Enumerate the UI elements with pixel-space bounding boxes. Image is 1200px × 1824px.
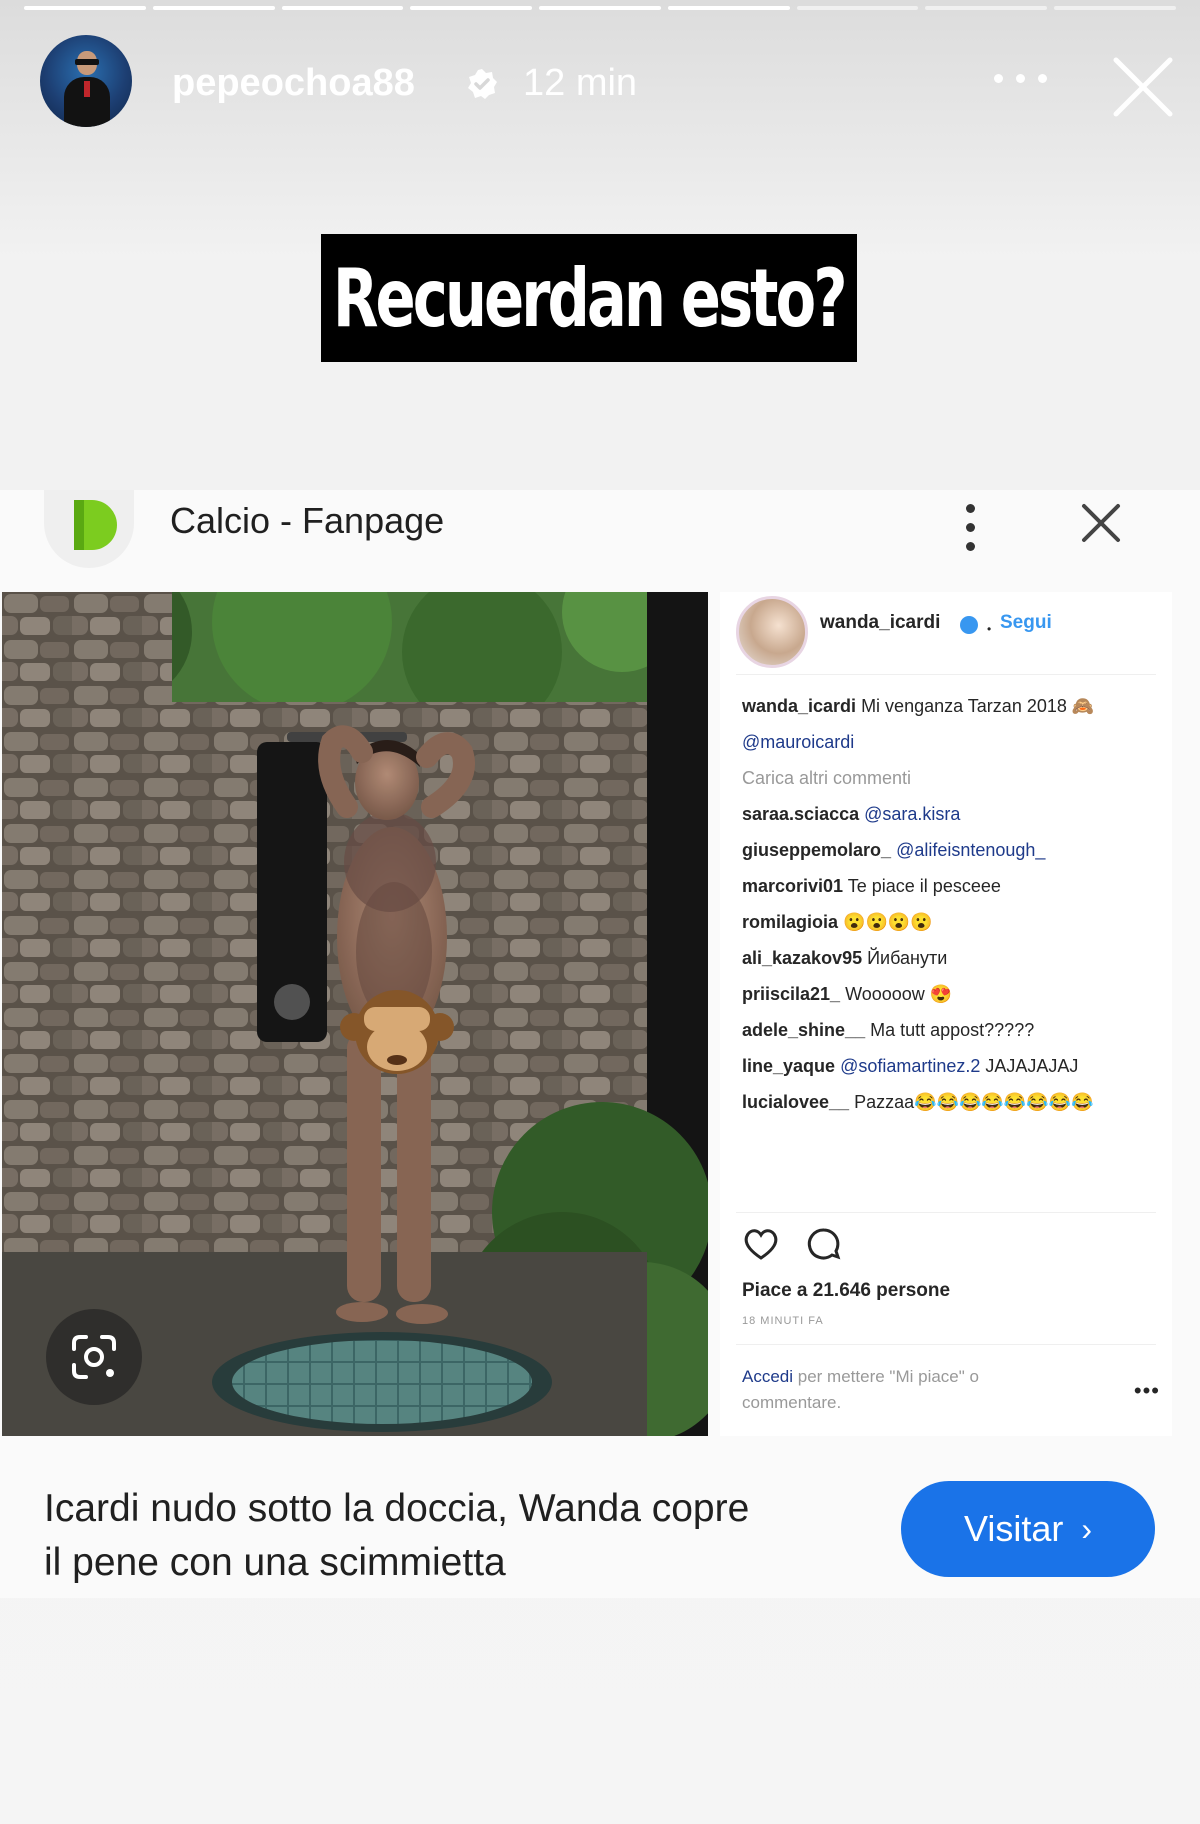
card-header: Calcio - Fanpage xyxy=(0,490,1200,578)
source-name: Calcio - Fanpage xyxy=(170,500,445,541)
ig-login-prompt: Accedi per mettere "Mi piace" o commenta… xyxy=(742,1364,1042,1416)
ig-actions xyxy=(744,1228,841,1260)
ig-comment: ali_kazakov95 Йибанути xyxy=(742,940,1160,976)
ig-more-icon[interactable]: ••• xyxy=(1134,1378,1160,1404)
comment-user[interactable]: priiscila21_ xyxy=(742,984,840,1004)
comment-text: Wooooow 😍 xyxy=(845,984,953,1004)
ig-comment: line_yaque @sofiamartinez.2 JAJAJAJAJ xyxy=(742,1048,1160,1084)
divider xyxy=(736,674,1156,675)
story-caption: Recuerdan esto? xyxy=(321,234,857,362)
visit-label: Visitar xyxy=(963,1508,1064,1549)
ig-comment: Carica altri commenti xyxy=(742,760,1160,796)
comment-user[interactable]: adele_shine__ xyxy=(742,1020,865,1040)
instagram-post-panel: wanda_icardi • Segui wanda_icardi Mi ven… xyxy=(720,592,1172,1436)
comment-user[interactable]: saraa.sciacca xyxy=(742,804,859,824)
lens-camera-icon xyxy=(72,1335,116,1379)
ig-comment: priiscila21_ Wooooow 😍 xyxy=(742,976,1160,1012)
comment-user[interactable]: marcorivi01 xyxy=(742,876,843,896)
source-logo xyxy=(44,490,134,568)
comment-user[interactable]: wanda_icardi xyxy=(742,696,856,716)
comment-mention[interactable]: @mauroicardi xyxy=(742,732,854,752)
progress-segment xyxy=(152,6,275,10)
ig-verified-icon xyxy=(960,616,978,634)
ig-comments-list: wanda_icardi Mi venganza Tarzan 2018 🙈 @m… xyxy=(742,688,1160,1118)
comment-user[interactable]: lucialovee__ xyxy=(742,1092,849,1112)
close-icon[interactable] xyxy=(1108,52,1178,122)
ig-comment: wanda_icardi Mi venganza Tarzan 2018 🙈 @m… xyxy=(742,688,1160,760)
divider xyxy=(736,1212,1156,1213)
comment-text: 😮😮😮😮 xyxy=(843,912,933,932)
lens-search-button[interactable] xyxy=(46,1309,142,1405)
ig-post-time: 18 MINUTI FA xyxy=(742,1315,824,1327)
ig-comment: romilagioia 😮😮😮😮 xyxy=(742,904,1160,940)
story-progress-bar xyxy=(24,6,1177,10)
more-options-button[interactable] xyxy=(986,54,1056,104)
comment-user[interactable]: giuseppemolaro_ xyxy=(742,840,891,860)
ig-avatar xyxy=(736,596,808,668)
heart-icon xyxy=(744,1229,778,1260)
divider xyxy=(736,1344,1156,1345)
comment-mention[interactable]: @sara.kisra xyxy=(864,804,960,824)
comment-mention[interactable]: @alifeisntenough_ xyxy=(896,840,1045,860)
visit-button[interactable]: Visitar › xyxy=(901,1481,1155,1577)
ig-comment: giuseppemolaro_ @alifeisntenough_ xyxy=(742,832,1160,868)
progress-segment xyxy=(24,6,146,10)
ig-dot: • xyxy=(987,622,992,636)
story-header: pepeochoa88 12 min xyxy=(40,32,1174,132)
ig-follow-button[interactable]: Segui xyxy=(1000,612,1052,634)
comment-icon xyxy=(807,1228,841,1260)
comment-user[interactable]: ali_kazakov95 xyxy=(742,948,862,968)
comment-text: Ma tutt appost????? xyxy=(870,1020,1035,1040)
chevron-right-icon: › xyxy=(1081,1510,1093,1547)
progress-segment xyxy=(539,6,661,10)
ig-comment: lucialovee__ Pazzaa😂😂😂😂😂😂😂😂😂😂😂😂😂 xyxy=(742,1084,1160,1118)
ig-login-link[interactable]: Accedi xyxy=(742,1367,793,1386)
card-close-icon[interactable] xyxy=(1078,500,1124,546)
ig-username[interactable]: wanda_icardi xyxy=(820,612,940,634)
comment-text: Mi venganza Tarzan 2018 🙈 xyxy=(861,696,1095,716)
ig-comment: saraa.sciacca @sara.kisra xyxy=(742,796,1160,832)
comment-text: JAJAJAJAJ xyxy=(985,1056,1079,1076)
progress-segment xyxy=(796,6,919,10)
comment-text: Йибанути xyxy=(867,948,948,968)
ig-comment: adele_shine__ Ma tutt appost????? xyxy=(742,1012,1160,1048)
progress-segment xyxy=(925,6,1048,10)
progress-segment xyxy=(1054,6,1177,10)
story-username[interactable]: pepeochoa88 xyxy=(172,62,415,105)
verified-badge-icon xyxy=(468,69,497,99)
comment-user[interactable]: line_yaque xyxy=(742,1056,835,1076)
story-time: 12 min xyxy=(523,62,638,104)
comment-text: Te piace il pesceee xyxy=(847,876,1001,896)
comment-mention[interactable]: @sofiamartinez.2 xyxy=(840,1056,980,1076)
comment-user[interactable]: romilagioia xyxy=(742,912,838,932)
caption-text: Recuerdan esto? xyxy=(333,251,848,345)
more-dots-icon xyxy=(994,74,1003,83)
load-more-comments[interactable]: Carica altri commenti xyxy=(742,760,1160,796)
shower-photo xyxy=(2,592,708,1436)
comment-text: Pazzaa😂😂😂😂😂😂😂😂 xyxy=(854,1092,1094,1112)
user-avatar[interactable] xyxy=(40,35,132,127)
progress-segment xyxy=(410,6,533,10)
progress-segment xyxy=(281,6,404,10)
link-preview-card[interactable]: Calcio - Fanpage wanda_icardi • Segui wa… xyxy=(0,490,1200,1598)
article-headline[interactable]: Icardi nudo sotto la doccia, Wanda copre… xyxy=(44,1482,764,1590)
progress-segment xyxy=(667,6,790,10)
ig-comment: marcorivi01 Te piace il pesceee xyxy=(742,868,1160,904)
kebab-icon xyxy=(966,504,975,513)
ig-likes: Piace a 21.646 persone xyxy=(742,1280,951,1301)
card-menu-button[interactable] xyxy=(955,498,985,558)
